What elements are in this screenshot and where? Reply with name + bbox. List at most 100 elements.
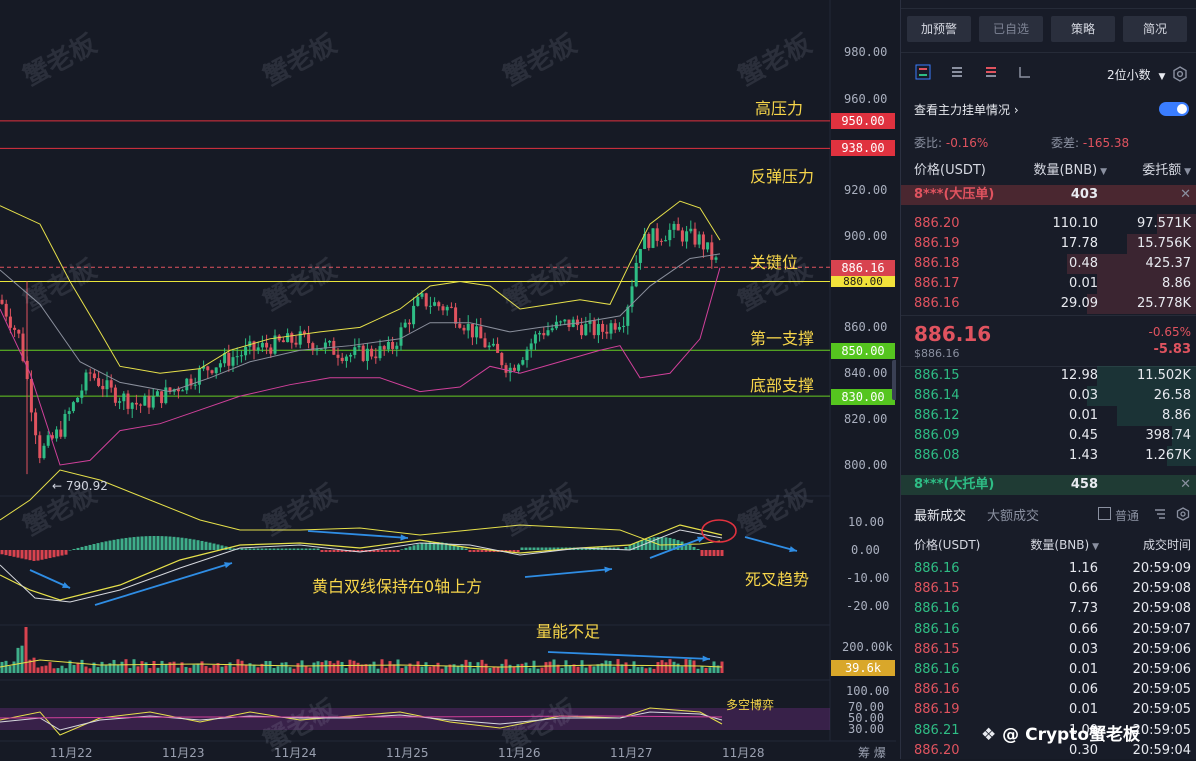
strategy-button[interactable]: 策略 (1051, 16, 1115, 42)
volume-bar (196, 663, 200, 673)
macd-bar (176, 537, 180, 550)
ask-row[interactable]: 886.17 0.01 8.86 (901, 274, 1196, 294)
candle-body (487, 345, 491, 348)
volume-bar (536, 668, 540, 673)
trade-row[interactable]: 886.16 7.73 20:59:08 (901, 599, 1196, 619)
bid-row[interactable]: 886.12 0.01 8.86 (901, 406, 1196, 426)
macd-bar (4, 550, 8, 556)
candle-body (592, 320, 596, 336)
candle-body (92, 373, 96, 379)
tab-large-trades[interactable]: 大额成交 (987, 505, 1039, 524)
candle-body (496, 343, 500, 353)
candle-body (462, 327, 466, 331)
header-qty[interactable]: 数量(BNB) ▼ (1033, 161, 1107, 182)
panel-splitter-handle[interactable] (892, 360, 896, 400)
bid-row[interactable]: 886.08 1.43 1.267K (901, 446, 1196, 466)
price-cell: 886.20 (914, 216, 960, 231)
trade-row[interactable]: 886.15 0.03 20:59:06 (901, 640, 1196, 660)
orderbook-both-icon[interactable] (915, 64, 931, 80)
candle-body (567, 319, 571, 328)
volume-bar (432, 665, 436, 673)
trade-row[interactable]: 886.16 0.06 20:59:05 (901, 680, 1196, 700)
date-label: 11月28 (722, 746, 765, 759)
candle-body (126, 393, 130, 409)
settings-gear-icon[interactable] (1176, 507, 1190, 521)
ask-row[interactable]: 886.18 0.48 425.37 (901, 254, 1196, 274)
trade-header-qty[interactable]: 数量(BNB) ▼ (1030, 535, 1099, 557)
ask-row[interactable]: 886.19 17.78 15.756K (901, 234, 1196, 254)
ask-row[interactable]: 886.20 110.10 97.571K (901, 214, 1196, 234)
trend-arrow (94, 562, 233, 606)
price-cell: 886.15 (914, 368, 960, 383)
macd-bar (544, 547, 548, 550)
favorited-button[interactable]: 已自选 (979, 16, 1043, 42)
qty-cell: 0.66 (1069, 621, 1098, 637)
add-alert-button[interactable]: 加预警 (907, 16, 971, 42)
header-total[interactable]: 委托额 ▼ (1142, 161, 1191, 182)
volume-bar (520, 663, 524, 673)
candle-body (147, 395, 151, 408)
normal-checkbox[interactable] (1098, 507, 1111, 520)
macd-bar (208, 542, 212, 550)
macd-bar (72, 548, 76, 550)
macd-bar (252, 548, 256, 550)
chart-area[interactable]: 蟹老板 蟹老板 蟹老板 蟹老板 蟹老板 蟹老板 蟹老板 蟹老板 蟹老板 蟹老板 … (0, 0, 896, 759)
trade-row[interactable]: 886.16 1.16 20:59:09 (901, 559, 1196, 579)
volume-bar (124, 659, 128, 673)
candle-body (84, 372, 88, 391)
date-label: 11月27 (610, 746, 653, 759)
volume-bar (192, 664, 196, 673)
candle-body (55, 429, 59, 439)
trade-row[interactable]: 886.15 0.66 20:59:08 (901, 579, 1196, 599)
candle-body (466, 323, 470, 331)
main-orders-toggle[interactable] (1159, 102, 1189, 116)
overview-button[interactable]: 简况 (1123, 16, 1187, 42)
bid-row[interactable]: 886.14 0.03 26.58 (901, 386, 1196, 406)
volume-bar (428, 666, 432, 673)
decimals-select[interactable]: 2位小数 ▼ (1107, 66, 1165, 83)
big-bid-row[interactable]: 8***(大托单) 458 ✕ (901, 475, 1196, 495)
candle-body (265, 342, 269, 348)
volume-bar (692, 660, 696, 673)
big-ask-row[interactable]: 8***(大压单) 403 ✕ (901, 185, 1196, 205)
candle-body (550, 328, 554, 331)
ask-row[interactable]: 886.16 29.09 25.778K (901, 294, 1196, 314)
orderbook-asks-icon[interactable] (983, 64, 999, 80)
axis-label: 800.00 (844, 458, 888, 472)
total-cell: 97.571K (1136, 216, 1191, 231)
trade-row[interactable]: 886.16 0.01 20:59:06 (901, 660, 1196, 680)
filter-icon[interactable] (1153, 507, 1167, 521)
orderbook-depth-icon[interactable] (1017, 64, 1033, 80)
price-cell: 886.08 (914, 448, 960, 463)
candle-body (672, 223, 676, 230)
bid-row[interactable]: 886.09 0.45 398.74 (901, 426, 1196, 446)
price-tag-850: 850.00 (831, 343, 895, 359)
candle-body (529, 343, 533, 350)
close-icon[interactable]: ✕ (1180, 475, 1191, 495)
volume-bar (440, 668, 444, 673)
close-icon[interactable]: ✕ (1180, 185, 1191, 205)
bid-row[interactable]: 886.15 12.98 11.502K (901, 366, 1196, 386)
candle-body (580, 325, 584, 336)
orderbook-bids-icon[interactable] (949, 64, 965, 80)
time-cell: 20:59:08 (1132, 601, 1191, 617)
trade-row[interactable]: 886.19 0.01 20:59:05 (901, 700, 1196, 720)
candle-body (693, 228, 697, 245)
date-label: 11月26 (498, 746, 541, 759)
tab-latest-trades[interactable]: 最新成交 (914, 505, 966, 524)
macd-bar (216, 544, 220, 550)
volume-bar (84, 666, 88, 673)
candle-body (349, 354, 353, 357)
candle-body (416, 296, 420, 306)
date-label: 11月25 (386, 746, 429, 759)
trade-row[interactable]: 886.16 0.66 20:59:07 (901, 620, 1196, 640)
price-cell: 886.15 (914, 641, 960, 657)
candle-body (424, 293, 428, 307)
main-orders-link[interactable]: 查看主力挂单情况 › (914, 101, 1019, 118)
candle-body (206, 366, 210, 371)
settings-gear-icon[interactable] (1172, 66, 1188, 82)
candle-body (399, 327, 403, 346)
macd-bar (284, 548, 288, 550)
candle-body (701, 234, 705, 250)
volume-bar (460, 664, 464, 673)
